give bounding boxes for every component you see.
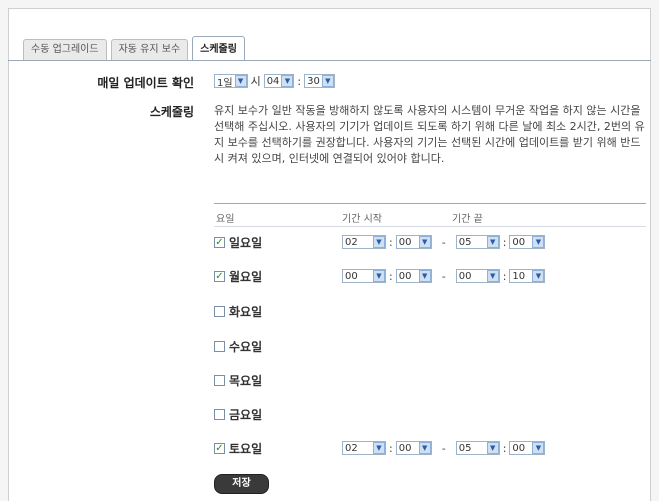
day-row: 화요일 [214,303,262,319]
hour-select-value: 04 [266,75,280,87]
range-dash: - [441,441,446,455]
chevron-down-icon: ▼ [418,236,431,248]
end-minute-select-value: 00 [512,236,526,248]
start-minute-select[interactable]: 00 ▼ [395,269,432,283]
minute-select[interactable]: 30 ▼ [304,74,335,88]
start-hour-select[interactable]: 02 ▼ [342,441,386,455]
day-name: 화요일 [229,304,263,319]
tab-bar: 수동 업그레이드 자동 유지 보수 스케줄링 [23,35,249,61]
time-range: 02 ▼:00 ▼ -05 ▼:00 ▼ [342,441,546,455]
day-name: 월요일 [229,269,263,284]
chevron-down-icon: ▼ [321,75,334,87]
day-row: ✓ 월요일 [214,268,262,284]
chevron-down-icon: ▼ [532,442,545,454]
start-hour-select[interactable]: 00 ▼ [342,269,386,283]
tab-auto-maintenance[interactable]: 자동 유지 보수 [110,39,189,60]
day-name: 일요일 [229,235,263,250]
start-minute-select[interactable]: 00 ▼ [395,441,432,455]
scheduling-description: 유지 보수가 일반 작동을 방해하지 않도록 사용자의 시스템이 무거운 작업을… [214,104,645,165]
time-separator: : [389,441,393,455]
start-hour-select-value: 00 [345,270,358,282]
daily-check-row: 1일 ▼ 시 04 ▼ : 30 ▼ [214,73,335,89]
start-hour-select[interactable]: 02 ▼ [342,235,386,249]
tab-manual-upgrade[interactable]: 수동 업그레이드 [23,39,107,60]
chevron-down-icon: ▼ [486,442,499,454]
day-name: 수요일 [229,339,263,354]
day-row: 금요일 [214,406,262,422]
end-hour-select[interactable]: 05 ▼ [455,441,500,455]
day-row: 목요일 [214,372,262,388]
end-minute-select-value: 10 [512,270,526,282]
col-end-header: 기간 끝 [452,214,483,225]
col-start-header: 기간 시작 [342,214,382,225]
time-range: 00 ▼:00 ▼ -00 ▼:10 ▼ [342,269,546,283]
start-minute-select-value: 00 [398,442,412,454]
chevron-down-icon: ▼ [234,75,247,87]
end-hour-select[interactable]: 05 ▼ [455,235,500,249]
end-minute-select[interactable]: 00 ▼ [509,441,546,455]
daily-check-label: 매일 업데이트 확인 [97,76,194,90]
chevron-down-icon: ▼ [373,236,385,248]
chevron-down-icon: ▼ [373,270,385,282]
start-minute-select-value: 00 [398,270,412,282]
hour-prefix: 시 [250,75,261,88]
chevron-down-icon: ▼ [418,270,431,282]
day-checkbox[interactable]: ✓ [214,236,225,248]
day-row: ✓ 일요일 [214,234,262,250]
start-hour-select-value: 02 [345,442,358,454]
end-hour-select-value: 05 [458,442,472,454]
day-checkbox[interactable]: ✓ [214,442,225,454]
end-hour-select-value: 00 [458,270,472,282]
chevron-down-icon: ▼ [486,236,499,248]
day-select-value: 1일 [217,77,233,89]
tab-divider [8,60,651,61]
day-row: 수요일 [214,338,262,354]
day-checkbox[interactable] [214,408,225,420]
end-minute-select-value: 00 [512,442,526,454]
save-button[interactable]: 저장 [214,474,269,494]
end-minute-select[interactable]: 10 ▼ [509,269,546,283]
col-day-header: 요일 [216,214,235,225]
time-separator: : [502,235,507,249]
scheduling-label: 스케줄링 [149,105,194,119]
start-hour-select-value: 02 [345,236,358,248]
day-checkbox[interactable] [214,340,225,352]
day-checkbox[interactable] [214,374,225,386]
time-separator: : [502,441,507,455]
schedule-table-header: 요일 기간 시작 기간 끝 [214,203,646,227]
end-minute-select[interactable]: 00 ▼ [509,235,546,249]
day-checkbox[interactable] [214,305,225,317]
time-separator: : [389,235,393,249]
start-minute-select-value: 00 [398,236,412,248]
day-name: 목요일 [229,373,263,388]
day-name: 금요일 [229,407,263,422]
hour-select[interactable]: 04 ▼ [263,74,295,88]
chevron-down-icon: ▼ [532,270,545,282]
end-hour-select[interactable]: 00 ▼ [455,269,500,283]
day-select[interactable]: 1일 ▼ [214,74,248,89]
tab-scheduling[interactable]: 스케줄링 [192,36,245,61]
day-row: ✓ 토요일 [214,440,262,456]
range-dash: - [441,235,446,249]
chevron-down-icon: ▼ [532,236,545,248]
chevron-down-icon: ▼ [373,442,385,454]
range-dash: - [441,269,446,283]
start-minute-select[interactable]: 00 ▼ [395,235,432,249]
time-separator: : [502,269,507,283]
time-separator: : [297,74,302,88]
time-separator: : [389,269,393,283]
chevron-down-icon: ▼ [281,75,294,87]
time-range: 02 ▼:00 ▼ -05 ▼:00 ▼ [342,235,546,249]
chevron-down-icon: ▼ [486,270,499,282]
day-checkbox[interactable]: ✓ [214,270,225,282]
chevron-down-icon: ▼ [418,442,431,454]
end-hour-select-value: 05 [458,236,472,248]
minute-select-value: 30 [307,75,320,87]
day-name: 토요일 [229,441,263,456]
